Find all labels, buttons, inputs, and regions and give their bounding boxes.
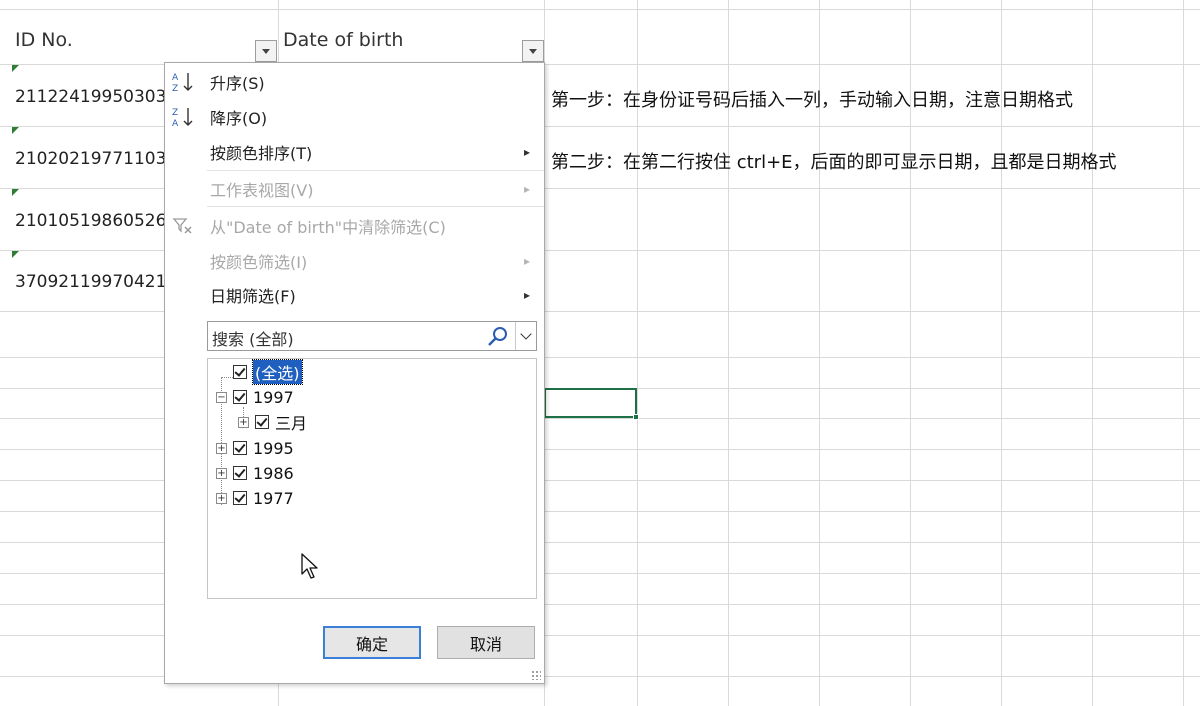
submenu-arrow-icon: ▸ [523, 182, 530, 196]
resize-grip-icon[interactable] [531, 670, 541, 680]
menu-item-date-filters[interactable]: 日期筛选(F) ▸ [165, 279, 544, 311]
checkbox[interactable] [233, 466, 247, 480]
sort-asc-icon: A Z [172, 73, 193, 94]
collapse-toggle-icon[interactable]: − [216, 392, 227, 403]
svg-text:A: A [172, 119, 179, 129]
expand-toggle-icon[interactable]: + [216, 468, 227, 479]
checkbox[interactable] [255, 415, 269, 429]
svg-text:A: A [172, 73, 179, 83]
svg-text:Z: Z [172, 108, 178, 118]
ok-button[interactable]: 确定 [323, 626, 421, 659]
filter-value-tree: (全选) − 1997 + 三月 + 1995 + 1986 + 1977 [207, 358, 537, 599]
tree-item-month[interactable]: 三月 [255, 411, 307, 433]
menu-item-label: 按颜色筛选(I) [210, 253, 308, 272]
error-indicator-icon [12, 127, 19, 134]
checkbox[interactable] [233, 441, 247, 455]
expand-toggle-icon[interactable]: + [238, 417, 249, 428]
menu-separator [207, 206, 544, 207]
expand-toggle-icon[interactable]: + [216, 443, 227, 454]
menu-item-label: 从"Date of birth"中清除筛选(C) [210, 218, 446, 237]
search-placeholder: 搜索 (全部) [212, 330, 294, 349]
search-icon[interactable] [486, 325, 510, 349]
chevron-down-icon [520, 328, 532, 340]
tree-item-year[interactable]: 1995 [233, 437, 294, 459]
chevron-down-icon [529, 48, 537, 54]
id-cell[interactable]: 21010519860526 [15, 211, 166, 231]
menu-item-sort-descending[interactable]: Z A 降序(O) [165, 101, 544, 133]
cancel-button[interactable]: 取消 [437, 626, 535, 659]
error-indicator-icon [12, 251, 19, 258]
checkbox[interactable] [233, 365, 247, 379]
dob-filter-dropdown-button[interactable] [522, 40, 544, 62]
step-note: 第一步：在身份证号码后插入一列，手动输入日期，注意日期格式 [551, 90, 1073, 111]
tree-item-label: 三月 [275, 414, 308, 433]
clear-filter-icon [172, 218, 192, 234]
chevron-down-icon [262, 48, 270, 54]
sort-desc-icon: Z A [172, 108, 193, 129]
error-indicator-icon [12, 189, 19, 196]
tree-item-label: 1977 [253, 488, 294, 508]
menu-item-label: 工作表视图(V) [210, 181, 314, 200]
tree-item-year[interactable]: 1986 [233, 462, 294, 484]
tree-item-label: 1995 [253, 438, 294, 458]
menu-item-label: 按颜色排序(T) [210, 144, 313, 163]
id-filter-dropdown-button[interactable] [255, 40, 277, 62]
step-note: 第二步：在第二行按住 ctrl+E，后面的即可显示日期，且都是日期格式 [551, 152, 1117, 173]
tree-item-label: 1986 [253, 463, 294, 483]
menu-item-sort-by-color[interactable]: 按颜色排序(T) ▸ [165, 136, 544, 168]
tree-item-select-all[interactable]: (全选) [233, 359, 303, 385]
submenu-arrow-icon: ▸ [523, 254, 530, 268]
menu-item-filter-by-color: 按颜色筛选(I) ▸ [165, 245, 544, 277]
header-id-no[interactable]: ID No. [15, 29, 73, 51]
menu-item-label: 日期筛选(F) [210, 287, 296, 306]
menu-item-clear-filter: 从"Date of birth"中清除筛选(C) [165, 210, 544, 242]
expand-toggle-icon[interactable]: + [216, 493, 227, 504]
menu-item-sort-ascending[interactable]: A Z 升序(S) [165, 66, 544, 98]
id-cell[interactable]: 21020219771103 [15, 149, 166, 169]
autofilter-menu: A Z 升序(S) Z A 降序(O) 按颜色排序(T) ▸ 工作表视图(V) … [164, 62, 545, 684]
error-indicator-icon [12, 65, 19, 72]
checkbox[interactable] [233, 390, 247, 404]
tree-item-label: (全选) [252, 359, 303, 385]
header-date-of-birth[interactable]: Date of birth [283, 29, 403, 51]
menu-item-sheet-view: 工作表视图(V) ▸ [165, 173, 544, 205]
filter-search-input[interactable]: 搜索 (全部) [207, 321, 537, 351]
checkbox[interactable] [233, 491, 247, 505]
tree-item-year[interactable]: 1977 [233, 487, 294, 509]
fill-handle[interactable] [633, 414, 639, 420]
tree-item-label: 1997 [253, 387, 294, 407]
mouse-cursor-icon [301, 553, 318, 579]
submenu-arrow-icon: ▸ [523, 288, 530, 302]
menu-item-label: 升序(S) [210, 74, 265, 93]
menu-separator [207, 170, 544, 171]
svg-text:Z: Z [172, 84, 178, 94]
id-cell[interactable]: 37092119970421 [15, 272, 166, 292]
menu-item-label: 降序(O) [210, 109, 268, 128]
search-dropdown-button[interactable] [515, 322, 536, 350]
submenu-arrow-icon: ▸ [523, 145, 530, 159]
selected-cell[interactable] [544, 388, 639, 420]
tree-item-year[interactable]: 1997 [233, 386, 294, 408]
id-cell[interactable]: 21122419950303 [15, 87, 166, 107]
